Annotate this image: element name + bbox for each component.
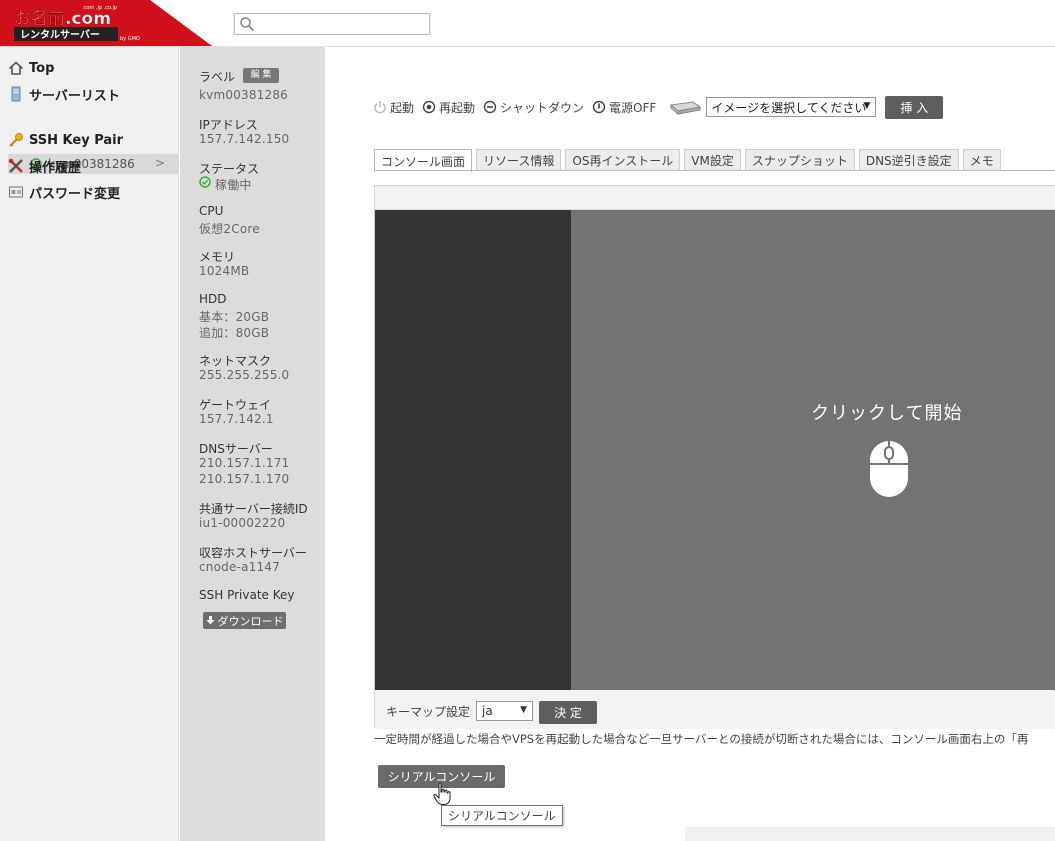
search-icon xyxy=(240,17,255,32)
tab-os-reinstall[interactable]: OS再インストール xyxy=(565,149,681,171)
keymap-select[interactable]: ja ▼ xyxy=(476,701,533,721)
nav-item-label: サーバーリスト xyxy=(29,88,120,104)
power-off-label: 電源OFF xyxy=(609,100,657,115)
bottom-strip xyxy=(685,827,1055,841)
status-title: ステータス xyxy=(199,162,260,176)
hdd-title: HDD xyxy=(199,292,227,306)
power-shutdown-option[interactable]: シャットダウン xyxy=(483,99,584,116)
disc-drive-icon xyxy=(670,101,702,115)
nav-item-change-password[interactable]: パスワード変更 xyxy=(0,180,179,204)
header: .com .jp .co.jp お名前.com レンタルサーバー by GMO xyxy=(0,0,1055,47)
ip-value: 157.7.142.150 xyxy=(199,132,290,146)
tab-memo[interactable]: メモ xyxy=(962,149,1001,171)
dropdown-arrow-icon: ▼ xyxy=(520,705,527,715)
apply-keymap-button[interactable]: 決 定 xyxy=(539,701,597,724)
host-server-title: 収容ホストサーバー xyxy=(199,546,307,560)
gateway-title: ゲートウェイ xyxy=(199,398,272,412)
nav-item-label: SSH Key Pair xyxy=(29,132,124,148)
tab-resource-info[interactable]: リソース情報 xyxy=(476,149,562,171)
download-label: ダウンロード xyxy=(217,614,284,628)
server-icon xyxy=(11,86,21,102)
hand-cursor-icon xyxy=(433,782,451,805)
dns-title: DNSサーバー xyxy=(199,442,273,456)
power-shutdown-label: シャットダウン xyxy=(500,100,585,115)
nav-item-server-list[interactable]: サーバーリスト xyxy=(0,82,179,106)
gateway-value: 157.7.142.1 xyxy=(199,412,274,426)
power-off-option[interactable]: 電源OFF xyxy=(592,99,656,116)
keymap-bar: キーマップ設定 ja ▼ 決 定 xyxy=(375,691,1055,729)
tab-bar: コンソール画面 リソース情報 OS再インストール VM設定 スナップショット D… xyxy=(374,149,1005,172)
download-arrow-icon xyxy=(206,616,214,625)
console-toolbar xyxy=(375,186,1055,210)
console-screen[interactable]: クリックして開始 xyxy=(571,210,1055,690)
cpu-title: CPU xyxy=(199,204,224,218)
click-to-start-text: クリックして開始 xyxy=(811,403,963,424)
power-restart-option[interactable]: 再起動 xyxy=(422,99,475,116)
label-title: ラベル xyxy=(199,70,236,84)
console-frame: クリックして開始 キーマップ設定 ja ▼ 決 定 xyxy=(374,185,1055,729)
power-controls: 起動 再起動 シャットダウン 電源OFF イメージを選択してください ▼ 挿 入 xyxy=(373,95,944,119)
shared-id-value: iu1-00002220 xyxy=(199,516,286,530)
keymap-label: キーマップ設定 xyxy=(386,705,471,719)
nav-item-ssh-key-pair[interactable]: SSH Key Pair xyxy=(0,128,179,152)
nav-item-top[interactable]: Top xyxy=(0,56,179,80)
image-select-dropdown[interactable]: イメージを選択してください ▼ xyxy=(706,97,877,117)
download-button[interactable]: ダウンロード xyxy=(203,612,286,629)
memory-title: メモリ xyxy=(199,250,236,264)
shutdown-icon xyxy=(483,100,497,114)
tab-dns-reverse[interactable]: DNS逆引き設定 xyxy=(858,149,959,171)
nav-item-operation-history[interactable]: 操作履歴 xyxy=(0,154,179,178)
label-value: kvm00381286 xyxy=(199,88,289,102)
key-icon xyxy=(9,133,23,147)
nav-item-label: 操作履歴 xyxy=(29,160,82,176)
power-start-label: 起動 xyxy=(390,100,415,115)
notice-text: 一定時間が経過した場合やVPSを再起動した場合など一旦サーバーとの接続が切断され… xyxy=(374,732,1029,746)
left-navigation: Top サーバーリスト kvm00381286 > SSH Key Pair 操… xyxy=(0,47,179,841)
server-info-panel: ラベル 編 集 kvm00381286 IPアドレス 157.7.142.150… xyxy=(180,47,325,841)
memory-value: 1024MB xyxy=(199,264,250,278)
tools-icon xyxy=(8,158,23,173)
nav-item-label: Top xyxy=(29,60,55,76)
home-icon xyxy=(8,61,24,75)
restart-icon xyxy=(422,100,436,114)
insert-button[interactable]: 挿 入 xyxy=(885,95,944,119)
tab-vm-settings[interactable]: VM設定 xyxy=(684,149,741,171)
netmask-title: ネットマスク xyxy=(199,354,272,368)
image-select-value: イメージを選択してください xyxy=(711,100,867,115)
ip-title: IPアドレス xyxy=(199,118,258,132)
logo[interactable]: .com .jp .co.jp お名前.com レンタルサーバー by GMO xyxy=(0,0,212,46)
edit-label-button[interactable]: 編 集 xyxy=(243,68,279,83)
power-off-icon xyxy=(592,100,606,114)
power-restart-label: 再起動 xyxy=(439,100,476,115)
dns-value-primary: 210.157.1.171 xyxy=(199,456,290,470)
main-content: 起動 再起動 シャットダウン 電源OFF イメージを選択してください ▼ 挿 入… xyxy=(325,47,1055,841)
keymap-value: ja xyxy=(482,704,493,718)
dns-value-secondary: 210.157.1.170 xyxy=(199,472,290,486)
search-input[interactable] xyxy=(234,13,430,35)
host-server-value: cnode-a1147 xyxy=(199,560,280,574)
password-icon xyxy=(9,186,23,198)
status-value: 稼働中 xyxy=(215,178,252,192)
logo-bottom-text: レンタルサーバー xyxy=(20,29,100,41)
dropdown-arrow-icon: ▼ xyxy=(863,101,871,111)
mouse-icon xyxy=(870,441,908,497)
logo-sub-text: by GMO xyxy=(120,36,140,42)
power-icon xyxy=(374,101,386,114)
hdd-extra-value: 追加：80GB xyxy=(199,326,270,340)
shared-id-title: 共通サーバー接続ID xyxy=(199,502,308,516)
tooltip: シリアルコンソール xyxy=(441,805,563,826)
tab-divider xyxy=(374,170,1055,171)
hdd-basic-value: 基本：20GB xyxy=(199,310,270,324)
power-start-option[interactable]: 起動 xyxy=(373,99,414,116)
cpu-value: 仮想2Core xyxy=(199,222,260,236)
tab-console[interactable]: コンソール画面 xyxy=(374,149,473,172)
logo-top-text: お名前.com xyxy=(14,8,111,29)
console-left-pane xyxy=(375,210,571,690)
status-running-icon xyxy=(199,176,211,188)
tab-snapshot[interactable]: スナップショット xyxy=(744,149,855,171)
nav-item-label: パスワード変更 xyxy=(29,186,121,202)
ssh-private-key-title: SSH Private Key xyxy=(199,588,295,602)
netmask-value: 255.255.255.0 xyxy=(199,368,290,382)
